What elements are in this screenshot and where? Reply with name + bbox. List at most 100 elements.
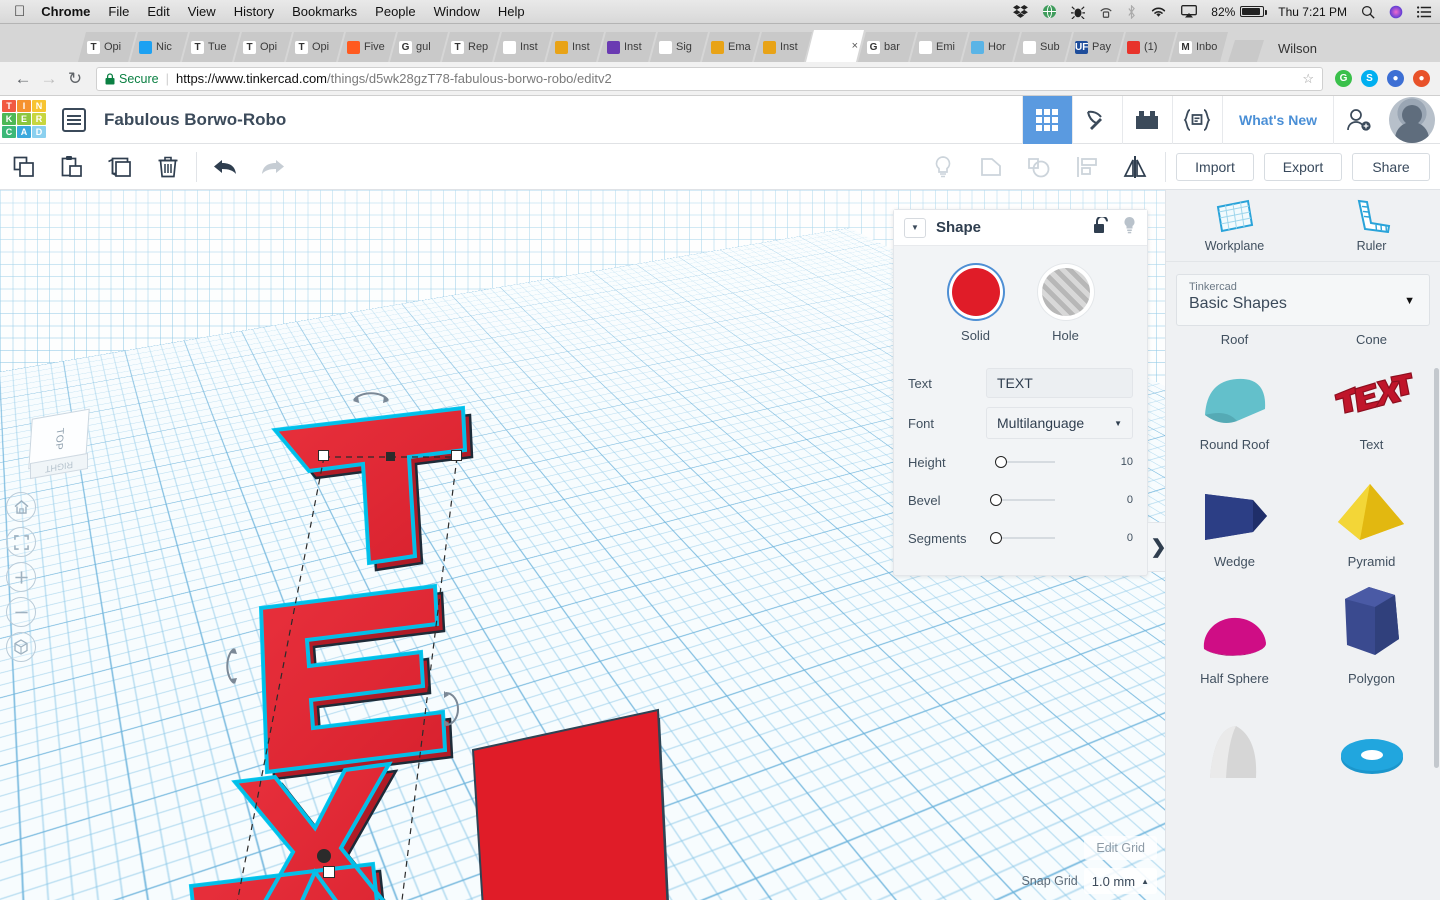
browser-tab[interactable]: Hor <box>962 32 1020 62</box>
skype-icon[interactable]: S <box>1361 70 1378 87</box>
add-person-icon[interactable] <box>1333 95 1383 144</box>
browser-tab[interactable]: T Tue <box>182 32 240 62</box>
shape-torus[interactable] <box>1303 702 1440 804</box>
battery-indicator[interactable]: 82% <box>1211 5 1268 19</box>
sidebar-scrollbar[interactable] <box>1434 368 1439 768</box>
user-avatar[interactable] <box>1389 96 1435 143</box>
cone-height-handle[interactable] <box>317 849 331 863</box>
slider-knob[interactable] <box>990 494 1002 506</box>
shape-polygon[interactable]: Polygon <box>1303 585 1440 702</box>
browser-tab[interactable]: Emi <box>910 32 968 62</box>
solid-color-swatch[interactable] <box>951 268 1000 316</box>
menu-bookmarks[interactable]: Bookmarks <box>292 4 357 19</box>
back-arrow-icon[interactable]: ← <box>10 69 36 89</box>
slider-track[interactable] <box>986 493 1097 507</box>
slider-knob[interactable] <box>990 532 1002 544</box>
apple-icon[interactable]:  <box>14 4 25 19</box>
shape-wedge[interactable]: Wedge <box>1166 468 1303 585</box>
undo-icon[interactable] <box>201 144 249 190</box>
dropbox-icon[interactable] <box>1013 5 1029 18</box>
slider-track[interactable] <box>986 531 1097 545</box>
shape-paraboloid[interactable] <box>1166 702 1303 804</box>
tinkercad-logo[interactable]: TIN KER CAD <box>2 99 48 140</box>
design-grid-icon[interactable] <box>1021 95 1072 144</box>
browser-tab[interactable]: Sub <box>1014 32 1072 62</box>
airplay-icon[interactable] <box>1181 5 1198 18</box>
edit-grid-button[interactable]: Edit Grid <box>1084 836 1157 860</box>
lego-brick-icon[interactable] <box>1121 95 1172 144</box>
view-cube[interactable]: TOP RIGHT <box>26 408 100 486</box>
shape-half-sphere[interactable]: Half Sphere <box>1166 585 1303 702</box>
notification-center-icon[interactable] <box>1417 5 1432 18</box>
browser-tab[interactable]: Inst <box>754 32 812 62</box>
slider-track[interactable] <box>986 455 1097 469</box>
box-object[interactable] <box>465 700 675 900</box>
list-menu-icon[interactable] <box>62 107 86 132</box>
browser-tab[interactable]: UF Pay <box>1066 32 1124 62</box>
zoom-in-icon[interactable] <box>6 562 36 592</box>
slider-knob[interactable] <box>994 456 1007 468</box>
browser-tab[interactable]: T Rep <box>442 32 500 62</box>
globe-icon[interactable] <box>1042 4 1057 19</box>
spotlight-search-icon[interactable] <box>1361 5 1375 19</box>
lightbulb-icon[interactable] <box>1122 216 1137 239</box>
star-icon[interactable]: ☆ <box>1302 71 1314 87</box>
resize-handle[interactable] <box>323 866 335 878</box>
browser-tab[interactable]: Ggul <box>390 32 448 62</box>
browser-tab[interactable]: Inst <box>598 32 656 62</box>
siri-icon[interactable] <box>1389 5 1403 19</box>
browser-tab[interactable]: T Opi <box>234 32 292 62</box>
solid-option[interactable]: Solid <box>951 268 1000 343</box>
workplane-tool[interactable]: Workplane <box>1166 190 1303 261</box>
delete-trash-icon[interactable] <box>144 144 192 190</box>
import-button[interactable]: Import <box>1176 152 1254 181</box>
reload-icon[interactable]: ↻ <box>62 69 88 89</box>
align-icon[interactable] <box>1063 144 1111 190</box>
copy-icon[interactable] <box>0 144 48 190</box>
export-button[interactable]: Export <box>1264 152 1342 181</box>
hole-swatch[interactable] <box>1041 268 1090 316</box>
share-button[interactable]: Share <box>1352 152 1430 181</box>
browser-tab[interactable]: Sig <box>650 32 708 62</box>
pickaxe-icon[interactable] <box>1071 95 1122 144</box>
redo-icon[interactable] <box>249 144 297 190</box>
mirror-icon[interactable] <box>1111 144 1159 190</box>
browser-tab[interactable]: Ema <box>702 32 760 62</box>
menu-chrome[interactable]: Chrome <box>41 4 90 19</box>
font-select[interactable]: Multilanguage ▼ <box>986 407 1133 439</box>
resize-handle[interactable] <box>451 450 462 461</box>
fit-to-view-icon[interactable] <box>6 527 36 557</box>
hole-option[interactable]: Hole <box>1041 268 1090 343</box>
menu-file[interactable]: File <box>108 4 129 19</box>
forward-arrow-icon[interactable]: → <box>36 69 62 89</box>
shield-icon[interactable]: ● <box>1387 70 1404 87</box>
caret-down-icon[interactable]: ▼ <box>904 217 926 238</box>
browser-tab[interactable]: (1) <box>1118 32 1176 62</box>
wifi-lock-icon[interactable] <box>1099 5 1113 19</box>
menu-window[interactable]: Window <box>434 4 480 19</box>
menu-people[interactable]: People <box>375 4 415 19</box>
browser-tab[interactable]: T Opi <box>286 32 344 62</box>
clock[interactable]: Thu 7:21 PM <box>1278 5 1347 19</box>
menu-history[interactable]: History <box>234 4 274 19</box>
browser-tab[interactable]: Inst <box>494 32 552 62</box>
paste-icon[interactable] <box>48 144 96 190</box>
new-tab-button[interactable] <box>1228 40 1264 62</box>
profile-name[interactable]: Wilson <box>1278 41 1317 56</box>
whats-new-link[interactable]: What's New <box>1221 95 1333 144</box>
ungroup-icon[interactable] <box>1015 144 1063 190</box>
close-icon[interactable]: × <box>852 40 858 52</box>
menu-help[interactable]: Help <box>498 4 525 19</box>
browser-tab[interactable]: × <box>806 30 864 62</box>
menu-edit[interactable]: Edit <box>147 4 169 19</box>
shape-text[interactable]: Text <box>1303 351 1440 468</box>
bug-icon[interactable] <box>1071 5 1086 19</box>
group-icon[interactable] <box>967 144 1015 190</box>
bluetooth-icon[interactable] <box>1127 4 1136 19</box>
menu-view[interactable]: View <box>188 4 216 19</box>
browser-tab[interactable]: Five <box>338 32 396 62</box>
browser-tab[interactable]: T Opi <box>78 32 136 62</box>
home-view-icon[interactable] <box>6 492 36 522</box>
height-handle[interactable] <box>386 452 395 461</box>
rotate-handle-side[interactable] <box>438 685 464 733</box>
